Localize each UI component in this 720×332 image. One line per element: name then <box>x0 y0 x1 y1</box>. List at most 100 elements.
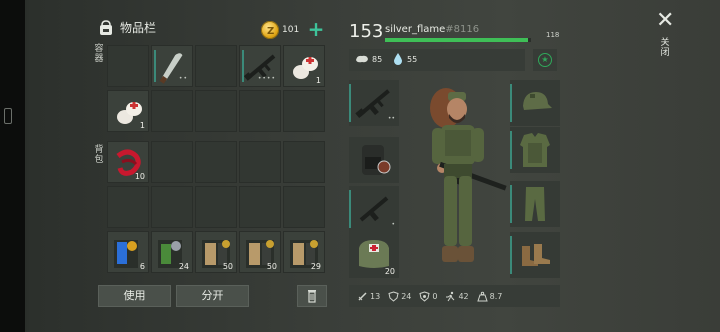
boots-icon <box>522 244 550 266</box>
item-quantity: 50 <box>266 262 277 271</box>
trash-button[interactable] <box>297 285 327 307</box>
slot-accent <box>510 131 512 169</box>
empty-slot[interactable] <box>195 141 237 183</box>
weapon-durability: •• <box>387 115 395 122</box>
item-durability: •• <box>178 75 188 82</box>
perks-button[interactable]: ★ <box>533 49 557 71</box>
empty-slot[interactable] <box>107 186 149 228</box>
item-slot-tan-book[interactable]: 50 <box>195 231 237 273</box>
empty-slot[interactable] <box>195 186 237 228</box>
item-slot-tan-book[interactable]: 50 <box>239 231 281 273</box>
empty-slot[interactable] <box>107 45 149 87</box>
phone-notch <box>4 108 12 124</box>
weapon-slot-secondary[interactable]: • <box>349 186 399 232</box>
armor-stat: 24 <box>388 290 412 302</box>
trash-icon <box>308 290 316 303</box>
weapon-durability: • <box>391 221 395 228</box>
medkit-quantity: 20 <box>384 267 395 276</box>
item-quantity: 10 <box>134 172 145 181</box>
add-coins-button[interactable]: + <box>307 19 325 39</box>
inventory-screen: 物品栏 Z 101 + 容器 背包 •• •••• 1 1 10 6 24 50 50 29 使… <box>0 0 720 332</box>
cap-icon <box>523 92 552 110</box>
attack-stat: 13 <box>357 291 380 302</box>
helmet-slot[interactable] <box>510 80 560 126</box>
item-quantity: 6 <box>139 262 145 271</box>
backpack-slot[interactable] <box>349 137 399 183</box>
coin-icon: Z <box>261 21 279 39</box>
weight-value: 8.7 <box>489 291 503 301</box>
item-slot-assault-rifle[interactable]: •••• <box>239 45 281 87</box>
slot-accent <box>510 185 512 223</box>
empty-slot[interactable] <box>239 186 281 228</box>
slot-accent <box>510 84 512 122</box>
boots-slot[interactable] <box>510 232 560 278</box>
pants-icon <box>525 187 545 221</box>
sword-icon <box>358 291 367 301</box>
radiation-value: 0 <box>432 291 438 301</box>
item-quantity: 1 <box>139 121 145 130</box>
item-slot-tan-book[interactable]: 29 <box>283 231 325 273</box>
item-quantity: 29 <box>310 262 321 271</box>
item-slot-blue-book[interactable]: 6 <box>107 231 149 273</box>
player-tag: #8116 <box>445 24 480 35</box>
food-value: 85 <box>372 55 383 64</box>
close-label: 关闭 <box>660 38 670 58</box>
item-durability: •••• <box>257 75 276 82</box>
player-name: silver_flame#8116 <box>385 24 479 35</box>
attack-value: 13 <box>370 291 381 301</box>
radiation-stat: 0 <box>419 290 438 302</box>
weapon-slot-primary[interactable]: •• <box>349 80 399 126</box>
radiation-icon <box>419 290 430 302</box>
weight-stat: 8.7 <box>476 291 503 302</box>
star-icon: ★ <box>538 53 552 67</box>
empty-slot[interactable] <box>195 45 237 87</box>
speed-value: 42 <box>458 291 469 301</box>
slot-accent <box>349 84 351 122</box>
player-level: 153 <box>349 21 384 42</box>
item-quantity: 24 <box>178 262 189 271</box>
body-armor-slot[interactable] <box>510 127 560 173</box>
backpack-section-label: 背包 <box>94 145 104 165</box>
empty-slot[interactable] <box>283 186 325 228</box>
item-quantity: 50 <box>222 262 233 271</box>
empty-slot[interactable] <box>151 186 193 228</box>
item-slot-bandage[interactable]: 1 <box>107 90 149 132</box>
xp-bar <box>385 38 531 42</box>
pants-slot[interactable] <box>510 181 560 227</box>
item-slot-red-bandage[interactable]: 10 <box>107 141 149 183</box>
xp-value: 118 <box>546 31 560 39</box>
coin-count: 101 <box>282 25 300 35</box>
armor-value: 24 <box>401 291 412 301</box>
vest-icon <box>520 133 550 167</box>
backpack-icon <box>98 19 114 36</box>
weight-icon <box>476 291 488 301</box>
container-section-label: 容器 <box>94 44 104 64</box>
shield-icon <box>388 290 399 302</box>
item-slot-machete[interactable]: •• <box>151 45 193 87</box>
player-character <box>430 88 507 262</box>
item-slot-bandage[interactable]: 1 <box>283 45 325 87</box>
slot-accent <box>349 190 351 228</box>
speed-stat: 42 <box>445 291 469 302</box>
empty-slot[interactable] <box>151 90 193 132</box>
system-edge-bar <box>0 0 25 332</box>
xp-bar-fill <box>385 38 529 42</box>
item-quantity: 1 <box>315 76 321 85</box>
use-button[interactable]: 使用 <box>98 285 171 307</box>
medkit-slot[interactable]: 20 <box>349 232 399 278</box>
close-icon: ✕ <box>656 8 675 33</box>
empty-slot[interactable] <box>195 90 237 132</box>
close-button[interactable]: ✕ <box>656 10 674 32</box>
empty-slot[interactable] <box>239 141 281 183</box>
empty-slot[interactable] <box>283 90 325 132</box>
empty-slot[interactable] <box>151 141 193 183</box>
empty-slot[interactable] <box>239 90 281 132</box>
empty-slot[interactable] <box>283 141 325 183</box>
food-icon <box>356 55 368 63</box>
inventory-title: 物品栏 <box>120 21 157 35</box>
split-button[interactable]: 分开 <box>176 285 249 307</box>
slot-accent <box>510 236 512 274</box>
item-slot-green-book[interactable]: 24 <box>151 231 193 273</box>
slot-accent <box>154 50 156 82</box>
water-value: 55 <box>407 55 418 64</box>
